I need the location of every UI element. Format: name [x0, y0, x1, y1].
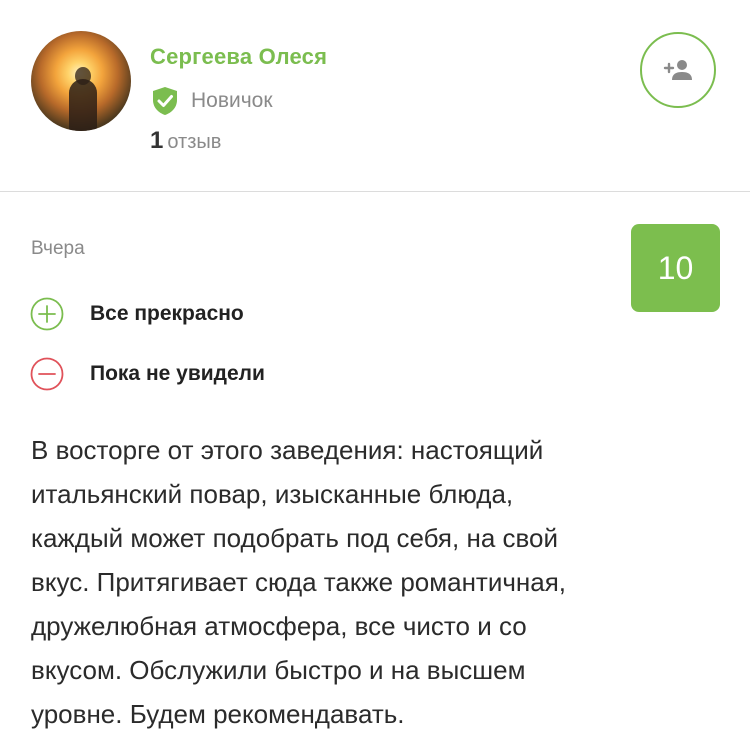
follow-button[interactable] — [640, 32, 716, 108]
review-count-number: 1 — [150, 127, 164, 154]
review-count[interactable]: 1 отзыв — [150, 127, 221, 155]
cons-text: Пока не увидели — [90, 362, 265, 385]
review-body: В восторге от этого заведения: настоящий… — [31, 435, 567, 729]
avatar-figure — [69, 79, 97, 131]
add-user-icon — [663, 60, 692, 80]
user-status-label: Новичок — [191, 89, 273, 112]
review-cons: Пока не увидели — [30, 356, 265, 392]
pros-text: Все прекрасно — [90, 302, 244, 325]
minus-circle-icon — [30, 357, 64, 391]
verified-shield-icon — [153, 87, 177, 115]
review-count-label: отзыв — [167, 131, 222, 153]
review-date: Вчера — [31, 238, 85, 259]
user-status: Новичок — [151, 86, 273, 116]
plus-circle-icon — [30, 297, 64, 331]
divider — [0, 191, 750, 192]
review-score: 10 — [631, 224, 720, 312]
avatar[interactable] — [31, 31, 131, 131]
review-pros: Все прекрасно — [30, 296, 244, 332]
user-name[interactable]: Сергеева Олеся — [150, 44, 327, 70]
review-author-header: Сергеева Олеся Новичок 1 отзыв — [0, 0, 750, 192]
